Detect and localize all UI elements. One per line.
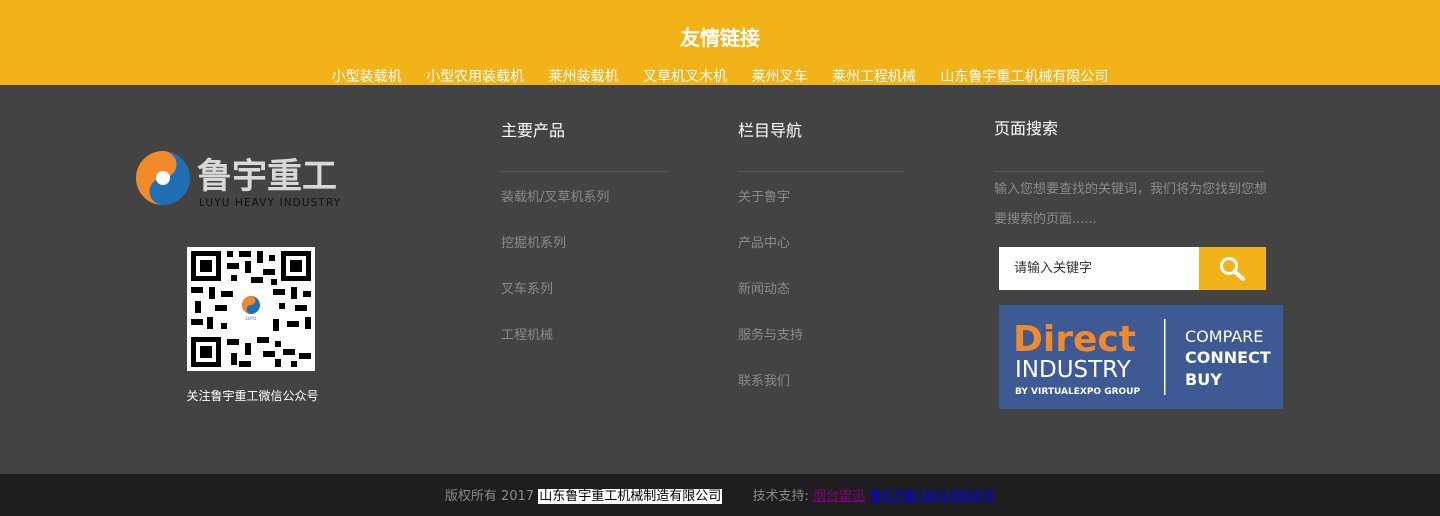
qr-code-graphic: LUYU xyxy=(191,251,311,367)
banner-buy: BUY xyxy=(1185,370,1222,389)
copyright-text: 版权所有 2017 xyxy=(444,489,535,504)
products-title: 主要产品 xyxy=(501,121,566,140)
search-button[interactable] xyxy=(1199,247,1266,290)
banner-word-direct: Direct xyxy=(1013,319,1136,360)
logo-emblem-center xyxy=(156,171,170,185)
nav-title: 栏目导航 xyxy=(738,121,803,140)
nav-link-4[interactable]: 联系我们 xyxy=(738,370,790,389)
banner-word-industry: INDUSTRY xyxy=(1015,357,1132,383)
friend-link-5[interactable]: 莱州工程机械 xyxy=(832,69,916,85)
logo-en-text: LUYU HEAVY INDUSTRY xyxy=(199,197,341,209)
copyright-line: 版权所有 2017 山东鲁宇重工机械制造有限公司 技术支持: 烟台雷迅 鲁ICP… xyxy=(0,485,1440,504)
nav-link-2[interactable]: 新闻动态 xyxy=(738,278,790,297)
product-link-0[interactable]: 装载机/叉草机系列 xyxy=(501,186,609,205)
company-logo[interactable]: 鲁宇重工 LUYU HEAVY INDUSTRY xyxy=(135,150,370,212)
company-name: 山东鲁宇重工机械制造有限公司 xyxy=(538,489,723,504)
friend-links-bar: 友情链接 小型装载机 小型农用装载机 莱州装载机 叉草机叉木机 莱州叉车 莱州工… xyxy=(0,0,1440,85)
nav-link-1[interactable]: 产品中心 xyxy=(738,232,790,251)
tech-support-label: 技术支持: xyxy=(752,489,809,504)
nav-link-3[interactable]: 服务与支持 xyxy=(738,324,803,343)
copyright-bar: 版权所有 2017 山东鲁宇重工机械制造有限公司 技术支持: 烟台雷迅 鲁ICP… xyxy=(0,474,1440,516)
directindustry-banner[interactable]: Direct INDUSTRY BY VIRTUALEXPO GROUP COM… xyxy=(999,305,1283,409)
search-icon xyxy=(1220,257,1245,281)
banner-divider xyxy=(1164,319,1166,395)
search-divider xyxy=(994,171,1264,172)
friend-link-4[interactable]: 莱州叉车 xyxy=(751,69,807,85)
nav-link-0[interactable]: 关于鲁宇 xyxy=(738,186,790,205)
products-divider xyxy=(501,171,667,172)
banner-compare: COMPARE xyxy=(1185,327,1263,346)
friend-link-1[interactable]: 小型农用装载机 xyxy=(426,69,524,85)
friend-link-2[interactable]: 莱州装载机 xyxy=(549,69,619,85)
wechat-qr-code: LUYU xyxy=(187,247,315,371)
friend-link-0[interactable]: 小型装载机 xyxy=(332,69,402,85)
search-description: 输入您想要查找的关键词，我们将为您找到您想要搜索的页面...... xyxy=(994,182,1268,227)
product-link-1[interactable]: 挖掘机系列 xyxy=(501,232,566,251)
friend-link-6[interactable]: 山东鲁宇重工机械有限公司 xyxy=(940,69,1108,85)
logo-cn-text: 鲁宇重工 xyxy=(197,157,337,197)
friend-link-3[interactable]: 叉草机叉木机 xyxy=(643,69,727,85)
product-link-3[interactable]: 工程机械 xyxy=(501,324,553,343)
footer-main: 鲁宇重工 LUYU HEAVY INDUSTRY LUYU 关注鲁宇重工微信公众… xyxy=(0,85,1440,474)
nav-divider xyxy=(738,171,904,172)
tech-support-link[interactable]: 烟台雷迅 xyxy=(813,489,865,504)
search-input[interactable] xyxy=(999,247,1199,290)
banner-byline: BY VIRTUALEXPO GROUP xyxy=(1015,387,1140,397)
icp-link[interactable]: 鲁ICP备18019808号 xyxy=(869,489,995,504)
directindustry-logo: Direct INDUSTRY BY VIRTUALEXPO GROUP COM… xyxy=(1013,319,1271,397)
product-link-2[interactable]: 叉车系列 xyxy=(501,278,553,297)
banner-connect: CONNECT xyxy=(1185,348,1271,367)
qr-badge-text: LUYU xyxy=(246,316,256,321)
qr-caption: 关注鲁宇重工微信公众号 xyxy=(186,389,319,403)
friend-links-title: 友情链接 xyxy=(680,26,760,50)
friend-links-list: 小型装载机 小型农用装载机 莱州装载机 叉草机叉木机 莱州叉车 莱州工程机械 山… xyxy=(0,66,1440,86)
search-title: 页面搜索 xyxy=(994,119,1059,138)
